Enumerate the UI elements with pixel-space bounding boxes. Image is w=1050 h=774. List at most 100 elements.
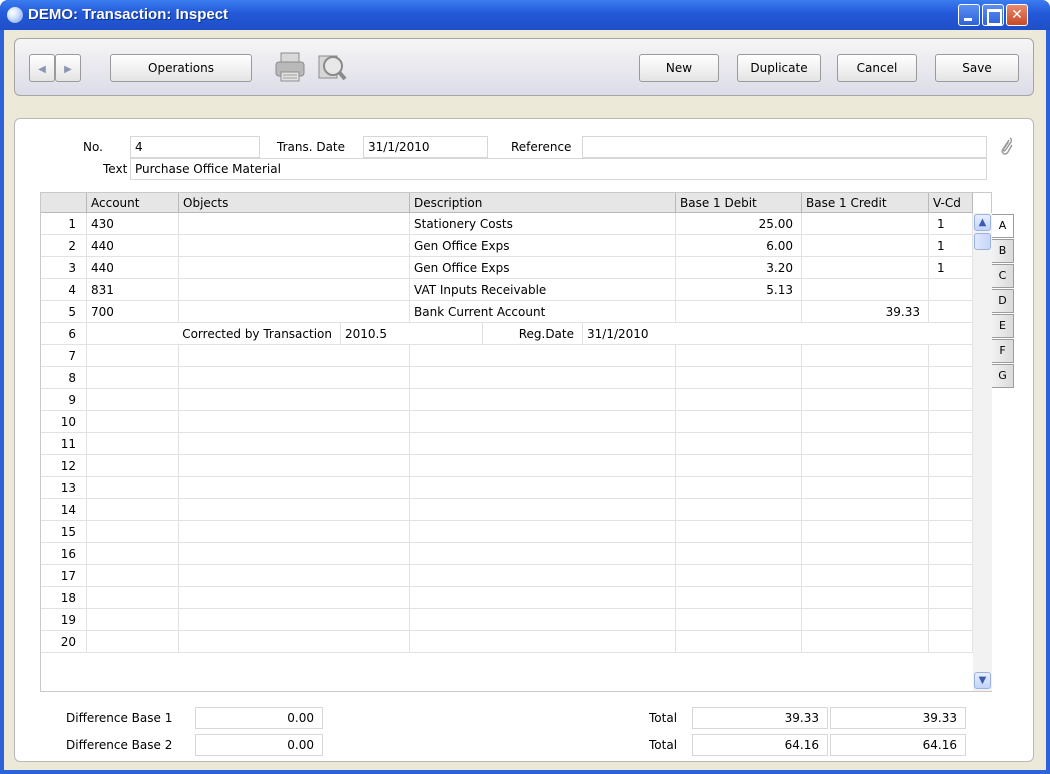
table-row[interactable]: 16 — [41, 543, 973, 565]
account-cell[interactable]: 700 — [87, 301, 179, 323]
table-row[interactable]: 8 — [41, 367, 973, 389]
tab-a[interactable]: A — [992, 214, 1014, 238]
correction-info-row[interactable]: 6 Corrected by Transaction 2010.5 Reg.Da… — [41, 323, 973, 345]
empty-cell[interactable] — [87, 477, 179, 499]
duplicate-button[interactable]: Duplicate — [737, 54, 821, 82]
table-row[interactable]: 7 — [41, 345, 973, 367]
empty-cell[interactable] — [410, 631, 676, 653]
empty-cell[interactable] — [676, 565, 802, 587]
empty-cell[interactable] — [179, 631, 410, 653]
column-header-credit[interactable]: Base 1 Credit — [802, 193, 929, 213]
account-cell[interactable]: 440 — [87, 257, 179, 279]
vat-code-cell[interactable]: 1 — [929, 257, 973, 279]
empty-cell[interactable] — [929, 455, 973, 477]
credit-cell[interactable] — [802, 279, 929, 301]
table-row[interactable]: 12 — [41, 455, 973, 477]
empty-cell[interactable] — [929, 543, 973, 565]
empty-cell[interactable] — [802, 543, 929, 565]
empty-cell[interactable] — [676, 587, 802, 609]
credit-cell[interactable] — [802, 235, 929, 257]
empty-cell[interactable] — [676, 455, 802, 477]
description-cell[interactable]: Bank Current Account — [410, 301, 676, 323]
vat-code-cell[interactable] — [929, 301, 973, 323]
empty-cell[interactable] — [179, 609, 410, 631]
empty-cell[interactable] — [87, 433, 179, 455]
vat-code-cell[interactable] — [929, 279, 973, 301]
print-preview-icon[interactable] — [313, 50, 347, 84]
empty-cell[interactable] — [802, 499, 929, 521]
corrected-by-field[interactable]: 2010.5 — [341, 323, 483, 345]
empty-cell[interactable] — [802, 565, 929, 587]
empty-cell[interactable] — [929, 631, 973, 653]
table-row[interactable]: 11 — [41, 433, 973, 455]
next-record-button[interactable]: ▶ — [55, 54, 81, 82]
empty-cell[interactable] — [676, 521, 802, 543]
empty-cell[interactable] — [179, 367, 410, 389]
account-cell[interactable]: 831 — [87, 279, 179, 301]
tab-f[interactable]: F — [992, 339, 1014, 363]
empty-cell[interactable] — [929, 411, 973, 433]
empty-cell[interactable] — [676, 389, 802, 411]
empty-cell[interactable] — [179, 389, 410, 411]
empty-cell[interactable] — [179, 433, 410, 455]
empty-cell[interactable] — [410, 521, 676, 543]
empty-cell[interactable] — [929, 389, 973, 411]
table-row[interactable]: 19 — [41, 609, 973, 631]
trans-date-field[interactable]: 31/1/2010 — [363, 136, 488, 158]
column-header-objects[interactable]: Objects — [179, 193, 410, 213]
table-row[interactable]: 3 440 Gen Office Exps 3.20 1 — [41, 257, 973, 279]
empty-cell[interactable] — [179, 587, 410, 609]
empty-cell[interactable] — [87, 587, 179, 609]
empty-cell[interactable] — [929, 609, 973, 631]
table-row[interactable]: 10 — [41, 411, 973, 433]
table-row[interactable]: 9 — [41, 389, 973, 411]
table-row[interactable]: 18 — [41, 587, 973, 609]
empty-cell[interactable] — [929, 367, 973, 389]
title-bar[interactable]: DEMO: Transaction: Inspect ✕ — [0, 0, 1050, 30]
empty-cell[interactable] — [410, 565, 676, 587]
empty-cell[interactable] — [676, 609, 802, 631]
description-cell[interactable]: VAT Inputs Receivable — [410, 279, 676, 301]
tab-g[interactable]: G — [992, 364, 1014, 388]
empty-cell[interactable] — [179, 565, 410, 587]
empty-cell[interactable] — [929, 433, 973, 455]
text-field[interactable]: Purchase Office Material — [130, 158, 987, 180]
maximize-button[interactable] — [982, 4, 1004, 26]
empty-cell[interactable] — [802, 389, 929, 411]
empty-cell[interactable] — [87, 367, 179, 389]
scroll-thumb[interactable] — [974, 233, 991, 250]
table-row[interactable]: 14 — [41, 499, 973, 521]
debit-cell[interactable]: 6.00 — [676, 235, 802, 257]
debit-cell[interactable] — [676, 301, 802, 323]
empty-cell[interactable] — [179, 499, 410, 521]
empty-cell[interactable] — [410, 477, 676, 499]
save-button[interactable]: Save — [935, 54, 1019, 82]
empty-cell[interactable] — [676, 543, 802, 565]
reference-field[interactable] — [582, 136, 987, 158]
empty-cell[interactable] — [410, 411, 676, 433]
column-header-debit[interactable]: Base 1 Debit — [676, 193, 802, 213]
tab-e[interactable]: E — [992, 314, 1014, 338]
empty-cell[interactable] — [802, 631, 929, 653]
vat-code-cell[interactable]: 1 — [929, 235, 973, 257]
column-header-vat-code[interactable]: V-Cd — [929, 193, 973, 213]
empty-cell[interactable] — [802, 455, 929, 477]
operations-button[interactable]: Operations — [110, 54, 252, 82]
empty-cell[interactable] — [410, 499, 676, 521]
new-button[interactable]: New — [639, 54, 719, 82]
column-header-description[interactable]: Description — [410, 193, 676, 213]
empty-cell[interactable] — [410, 367, 676, 389]
empty-cell[interactable] — [87, 543, 179, 565]
description-cell[interactable]: Gen Office Exps — [410, 257, 676, 279]
vat-code-cell[interactable]: 1 — [929, 213, 973, 235]
empty-cell[interactable] — [179, 543, 410, 565]
empty-cell[interactable] — [87, 345, 179, 367]
empty-cell[interactable] — [676, 345, 802, 367]
reg-date-field[interactable]: 31/1/2010 — [583, 323, 973, 345]
tab-d[interactable]: D — [992, 289, 1014, 313]
empty-cell[interactable] — [802, 609, 929, 631]
table-row[interactable]: 4 831 VAT Inputs Receivable 5.13 — [41, 279, 973, 301]
scroll-up-button[interactable]: ▲ — [974, 214, 991, 231]
minimize-button[interactable] — [958, 4, 980, 26]
empty-cell[interactable] — [676, 499, 802, 521]
